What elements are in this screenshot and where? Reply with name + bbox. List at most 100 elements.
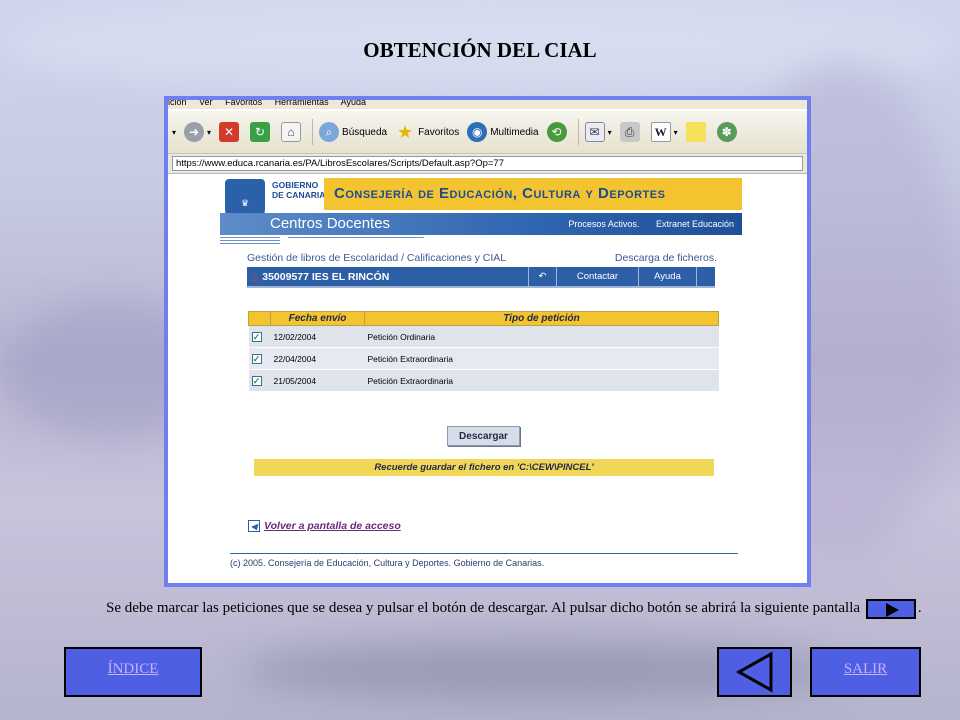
government-logo-text: GOBIERNO DE CANARIAS — [272, 180, 331, 200]
home-icon: ⌂ — [281, 122, 302, 142]
help-button[interactable]: Ayuda — [639, 267, 697, 286]
messenger-icon: ✽ — [716, 122, 737, 142]
previous-button[interactable] — [717, 647, 792, 697]
download-button[interactable]: Descargar — [447, 426, 520, 446]
chevron-down-icon: ▾ — [172, 127, 177, 137]
page-title: OBTENCIÓN DEL CIAL — [363, 38, 597, 62]
instruction-suffix: . — [917, 600, 922, 616]
note-icon — [685, 122, 706, 142]
menu-item-favorites[interactable]: Favoritos — [225, 100, 262, 107]
menu-item-help[interactable]: Ayuda — [341, 100, 366, 107]
menu-item-view[interactable]: Ver — [199, 100, 213, 107]
address-bar: https://www.educa.rcanaria.es/PA/LibrosE… — [168, 154, 807, 174]
browser-toolbar: ▾ ➜ ▾ ✕ ↻ ⌂ ⌕ Búsqueda ★ Favoritos ◉ Multime… — [168, 111, 807, 154]
table-row: ✓ 22/04/2004 Petición Extraordinaria — [248, 347, 719, 370]
chevron-down-icon: ▾ — [207, 127, 212, 137]
consejeria-title: Consejería de Educación, Cultura y Depor… — [334, 185, 666, 202]
refresh-button[interactable]: ↻ — [250, 122, 273, 142]
subtitle-left: Gestión de libros de Escolaridad / Calif… — [247, 252, 507, 264]
stop-icon: ✕ — [219, 122, 240, 142]
back-button[interactable]: ↶ — [529, 267, 557, 286]
row-checkbox[interactable]: ✓ — [251, 353, 262, 364]
edit-word-button[interactable]: W ▾ — [650, 122, 678, 142]
site-footer: (c) 2005. Consejería de Educación, Cultu… — [230, 558, 545, 568]
dropdown-arrow-button[interactable]: ▾ — [172, 128, 176, 137]
favorites-button[interactable]: ★ Favoritos — [395, 122, 459, 142]
back-arrow-icon[interactable]: ◀ — [248, 520, 260, 532]
browser-screenshot: ición Ver Favoritos Herramientas Ayuda ▾… — [164, 96, 811, 587]
row-checkbox[interactable]: ✓ — [251, 331, 262, 342]
school-icon: ⌂ — [251, 269, 259, 284]
search-icon: ⌕ — [319, 122, 340, 142]
back-arrow-icon: ↶ — [538, 271, 547, 282]
instruction-prefix: Se debe marcar las peticiones que se des… — [106, 600, 861, 616]
word-icon: W — [650, 122, 671, 142]
school-bar: ⌂ 35009577 IES EL RINCÓN ↶ Contactar Ayu… — [247, 267, 715, 288]
subtitle-right: Descarga de ficheros. — [614, 252, 717, 264]
consejeria-banner: Consejería de Educación, Cultura y Depor… — [324, 178, 742, 210]
triangle-left-icon — [735, 651, 773, 693]
row-checkbox[interactable]: ✓ — [251, 375, 262, 386]
table-header-date: Fecha envío — [270, 311, 365, 326]
address-input[interactable]: https://www.educa.rcanaria.es/PA/LibrosE… — [172, 156, 803, 171]
row-date: 22/04/2004 — [270, 347, 365, 370]
row-checkbox-cell: ✓ — [248, 347, 271, 370]
discuss-button[interactable] — [685, 122, 709, 142]
site-header: ♛ GOBIERNO DE CANARIAS Consejería de Edu… — [220, 176, 742, 235]
row-type: Petición Extraordinaria — [364, 347, 719, 370]
header-links: Procesos Activos. Extranet Educación — [554, 219, 734, 229]
exit-button[interactable]: SALIR — [810, 647, 921, 697]
decorative-stripes — [220, 237, 280, 246]
table-row: ✓ 21/05/2004 Petición Extraordinaria — [248, 369, 719, 392]
row-checkbox-cell: ✓ — [248, 369, 271, 392]
menu-item-tools[interactable]: Herramientas — [275, 100, 329, 107]
requests-table: Fecha envío Tipo de petición ✓ 12/02/200… — [248, 311, 719, 392]
row-date: 21/05/2004 — [270, 369, 365, 392]
print-button[interactable]: ⎙ — [619, 122, 643, 142]
star-icon: ★ — [397, 121, 414, 142]
history-button[interactable]: ⟲ — [546, 122, 570, 142]
table-row: ✓ 12/02/2004 Petición Ordinaria — [248, 325, 719, 348]
row-checkbox-cell: ✓ — [248, 325, 271, 348]
chevron-down-icon: ▾ — [607, 127, 612, 137]
instruction-text: Se debe marcar las peticiones que se des… — [106, 598, 926, 619]
media-globe-icon: ◉ — [467, 122, 488, 142]
home-button[interactable]: ⌂ — [281, 122, 304, 142]
history-icon: ⟲ — [546, 122, 567, 142]
section-title: Centros Docentes — [270, 215, 391, 232]
search-label: Búsqueda — [342, 126, 388, 138]
gobierno-line2: DE CANARIAS — [272, 190, 332, 200]
next-screen-button[interactable] — [865, 598, 916, 619]
gobierno-line1: GOBIERNO — [272, 180, 319, 190]
row-type: Petición Extraordinaria — [364, 369, 719, 392]
school-name: ⌂ 35009577 IES EL RINCÓN — [247, 267, 529, 286]
stop-button[interactable]: ✕ — [219, 122, 242, 142]
mail-icon: ✉ — [584, 122, 605, 142]
row-date: 12/02/2004 — [270, 325, 365, 348]
multimedia-label: Multimedia — [490, 126, 539, 138]
link-procesos-activos[interactable]: Procesos Activos. — [568, 219, 639, 229]
multimedia-button[interactable]: ◉ Multimedia — [467, 122, 539, 142]
favorites-label: Favoritos — [418, 126, 460, 138]
mail-button[interactable]: ✉ ▾ — [584, 122, 612, 142]
chevron-down-icon: ▾ — [673, 127, 678, 137]
web-page-content: ♛ GOBIERNO DE CANARIAS Consejería de Edu… — [168, 174, 807, 583]
back-to-login-link[interactable]: Volver a pantalla de acceso — [264, 520, 401, 532]
link-extranet[interactable]: Extranet Educación — [656, 219, 734, 229]
contact-button[interactable]: Contactar — [557, 267, 639, 286]
menu-item-edit[interactable]: ición — [168, 100, 187, 107]
save-reminder: Recuerde guardar el fichero en 'C:\CEW\P… — [254, 459, 714, 476]
toolbar-separator — [577, 119, 579, 145]
search-button[interactable]: ⌕ Búsqueda — [319, 122, 387, 142]
browser-menubar: ición Ver Favoritos Herramientas Ayuda — [168, 100, 807, 109]
index-button[interactable]: ÍNDICE — [64, 647, 202, 697]
row-type: Petición Ordinaria — [364, 325, 719, 348]
back-to-login-row: ◀ Volver a pantalla de acceso — [248, 520, 401, 532]
refresh-icon: ↻ — [250, 122, 271, 142]
section-band: Centros Docentes Procesos Activos. Extra… — [220, 213, 742, 235]
messenger-button[interactable]: ✽ — [716, 122, 740, 142]
forward-button[interactable]: ➜ ▾ — [184, 122, 211, 142]
table-header-select — [248, 311, 271, 326]
subtitle-row: Gestión de libros de Escolaridad / Calif… — [247, 252, 717, 264]
printer-icon: ⎙ — [619, 122, 640, 142]
